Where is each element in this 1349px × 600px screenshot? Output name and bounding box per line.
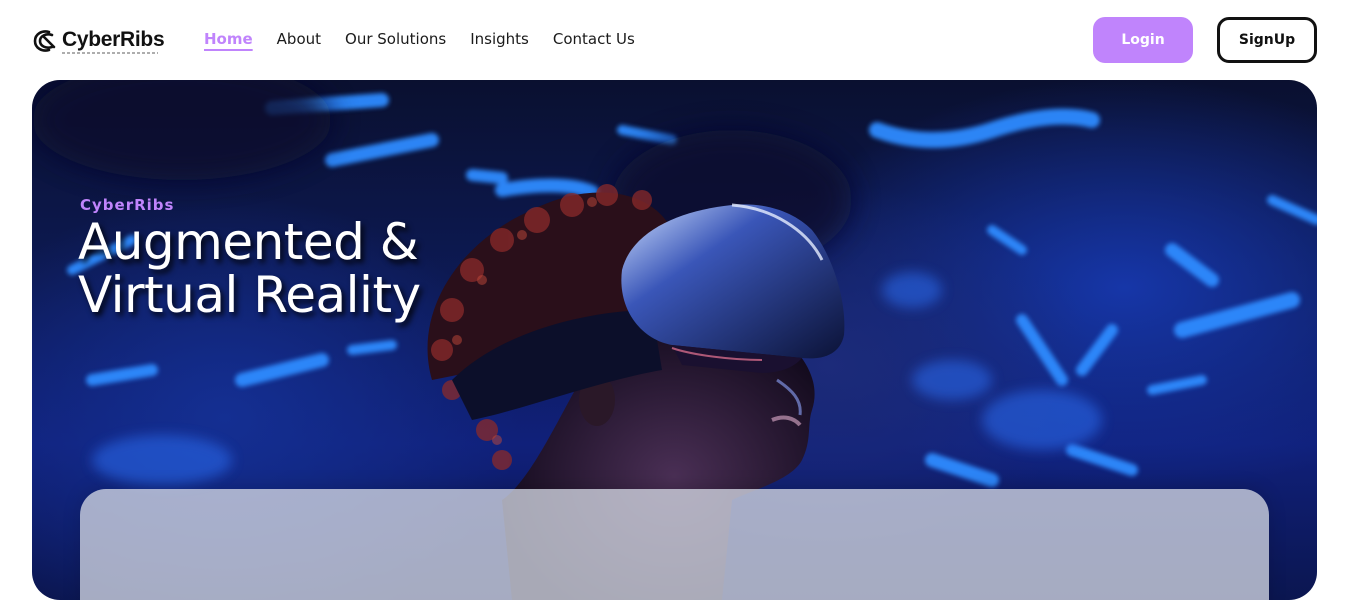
hero-glass-card: [80, 489, 1269, 600]
main-nav: Home About Our Solutions Insights Contac…: [204, 30, 635, 48]
nav-link-about[interactable]: About: [277, 30, 321, 48]
hero-banner: CyberRibs Augmented & Virtual Reality: [32, 80, 1317, 600]
nav-link-our-solutions[interactable]: Our Solutions: [345, 30, 446, 48]
nav-link-contact-us[interactable]: Contact Us: [553, 30, 635, 48]
brand-name: CyberRibs: [62, 27, 165, 51]
signup-button[interactable]: SignUp: [1217, 17, 1317, 63]
hero-eyebrow: CyberRibs: [80, 196, 175, 214]
hero-title: Augmented & Virtual Reality: [78, 216, 598, 322]
nav-link-insights[interactable]: Insights: [470, 30, 529, 48]
login-button[interactable]: Login: [1093, 17, 1193, 63]
brand-tagline-decoration: [62, 51, 158, 54]
hero-title-line1: Augmented &: [78, 213, 419, 271]
brand-logo[interactable]: CyberRibs: [32, 26, 165, 56]
cyberribs-logo-icon: [33, 30, 56, 52]
hero-title-line2: Virtual Reality: [78, 266, 421, 324]
top-navbar: CyberRibs Home About Our Solutions Insig…: [0, 0, 1349, 80]
nav-link-home[interactable]: Home: [204, 30, 253, 48]
